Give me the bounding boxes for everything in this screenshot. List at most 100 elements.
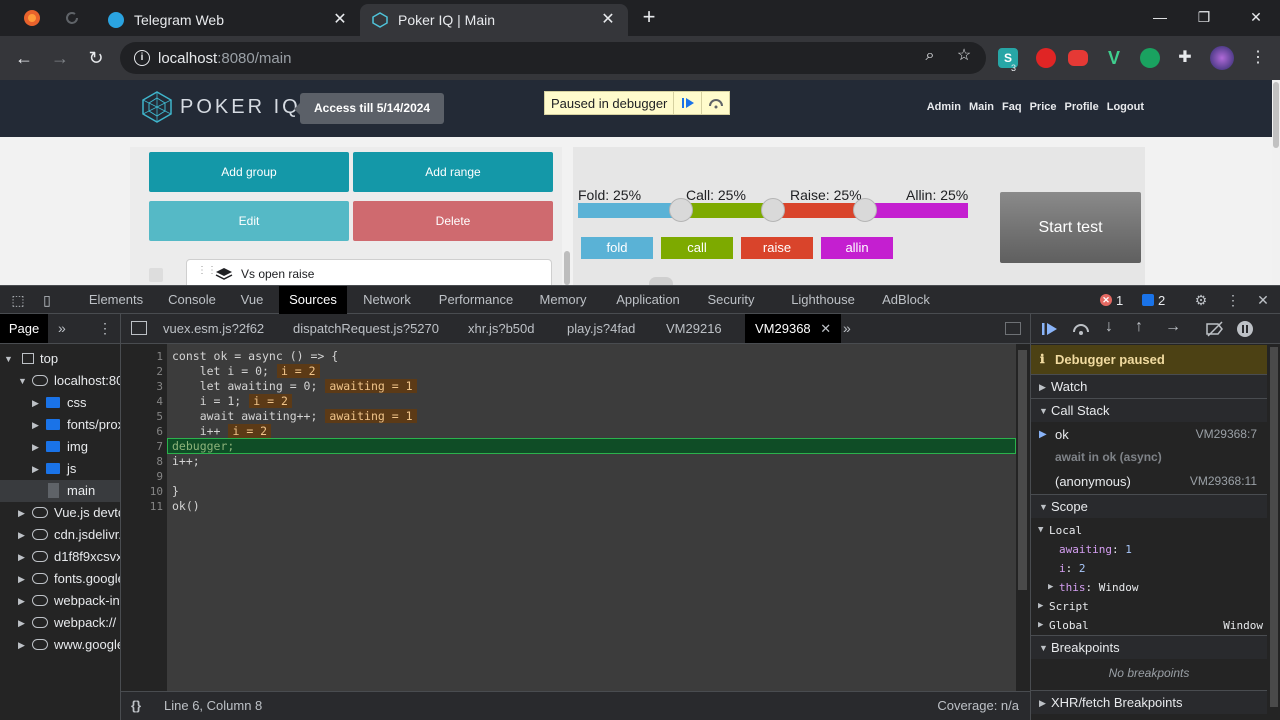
resume-icon[interactable] [1041,321,1059,342]
line-number[interactable]: 11 [121,499,163,514]
line-number[interactable]: 4 [121,394,163,409]
tab-vue[interactable]: Vue [232,286,272,314]
step-over-icon[interactable] [1071,321,1091,342]
firefox-icon[interactable] [18,6,46,30]
inspect-element-icon[interactable]: ⬚ [9,291,27,309]
call-frame-ok[interactable]: ▶ ok VM29368:7 [1031,423,1267,446]
tab-console[interactable]: Console [158,286,226,314]
close-tab-icon[interactable]: ✕ [332,12,348,28]
step-out-icon[interactable]: ↑ [1135,318,1143,336]
line-gutter[interactable]: 1 2 3 4 5 6 7 8 9 10 11 [121,344,167,691]
vpn-extension-icon[interactable] [1140,48,1160,68]
avatar[interactable] [1210,46,1234,70]
group-item[interactable]: ⋮⋮ Vs open raise [186,259,552,285]
address-bar[interactable]: i localhost:8080/main [120,42,986,74]
toggle-debugger-icon[interactable] [1005,322,1021,335]
call-raise-slider-handle[interactable] [761,198,785,222]
frame-location[interactable]: VM29368:7 [1196,423,1257,446]
tab-lighthouse[interactable]: Lighthouse [782,286,864,314]
scope-var-awaiting[interactable]: awaiting: 1 [1031,540,1267,559]
close-devtools-icon[interactable]: ✕ [1254,291,1272,309]
code-editor[interactable]: 1 2 3 4 5 6 7 8 9 10 11 const ok = async… [121,344,1016,691]
tree-item-js[interactable]: ▶ js [0,458,120,480]
message-count[interactable]: 2 [1142,292,1165,308]
line-number[interactable]: 2 [121,364,163,379]
tree-item-main[interactable]: main [0,480,120,502]
tree-item-cdn[interactable]: ▶ cdn.jsdelivr.net [0,524,120,546]
line-number[interactable]: 3 [121,379,163,394]
xhr-breakpoints-section[interactable]: ▶ XHR/fetch Breakpoints [1031,690,1267,714]
add-group-button[interactable]: Add group [149,152,349,192]
forward-icon[interactable]: → [48,46,72,70]
fold-button[interactable]: fold [581,237,653,259]
close-file-tab-icon[interactable]: ✕ [820,321,831,336]
file-tab-vm29216[interactable]: VM29216 [666,314,722,343]
fold-call-slider-handle[interactable] [669,198,693,222]
zoom-icon[interactable]: ⌕ [918,44,942,68]
step-over-icon[interactable] [701,92,729,114]
line-number[interactable]: 10 [121,484,163,499]
debugger-scrollbar[interactable] [1267,345,1280,720]
scope-script[interactable]: ▶ Script [1031,597,1267,616]
adblock-extension-icon[interactable] [1036,48,1056,68]
groups-scrollbar[interactable] [562,147,572,285]
reload-icon[interactable]: ↻ [84,46,108,70]
tree-item-fonts-google[interactable]: ▶ fonts.googleapis [0,568,120,590]
devtools-menu-icon[interactable]: ⋮ [1224,291,1242,309]
raise-button[interactable]: raise [741,237,813,259]
restore-icon[interactable]: ❐ [1184,6,1224,28]
bookmark-star-icon[interactable]: ☆ [952,44,976,68]
youtube-extension-icon[interactable] [1068,50,1088,66]
scope-var-i[interactable]: i: 2 [1031,559,1267,578]
call-frame-anonymous[interactable]: (anonymous) VM29368:11 [1031,470,1267,493]
tab-telegram[interactable]: Telegram Web ✕ [96,4,360,36]
line-number[interactable]: 6 [121,424,163,439]
device-toolbar-icon[interactable]: ▯ [38,291,56,309]
vue-extension-icon[interactable]: V [1104,48,1124,68]
tree-item-img[interactable]: ▶ img [0,436,120,458]
file-tab-xhr[interactable]: xhr.js?b50d [468,314,535,343]
pause-on-exceptions-icon[interactable] [1237,321,1253,337]
toggle-navigator-icon[interactable] [131,321,147,335]
scope-global[interactable]: ▶ Global Window [1031,616,1267,635]
tree-item-localhost[interactable]: ▼ localhost:8080 [0,370,120,392]
back-icon[interactable]: ← [12,46,36,70]
tree-item-top[interactable]: ▼ top [0,348,120,370]
tab-elements[interactable]: Elements [80,286,152,314]
line-number[interactable]: 5 [121,409,163,424]
line-number[interactable]: 8 [121,454,163,469]
deactivate-breakpoints-icon[interactable] [1205,321,1225,342]
start-test-button[interactable]: Start test [1000,192,1141,263]
file-tab-vuex[interactable]: vuex.esm.js?2f62 [163,314,264,343]
line-number[interactable]: 1 [121,349,163,364]
scope-var-this[interactable]: ▶ this: Window [1031,578,1267,597]
watch-section[interactable]: ▶ Watch [1031,374,1267,398]
add-range-button[interactable]: Add range [353,152,553,192]
file-tab-dispatchrequest[interactable]: dispatchRequest.js?5270 [293,314,439,343]
more-tabs-icon[interactable]: » [58,314,66,343]
scope-section[interactable]: ▼ Scope [1031,494,1267,518]
tree-item-webpack-internal[interactable]: ▶ webpack-internal [0,590,120,612]
drag-handle-icon[interactable]: ⋮⋮ [197,266,217,281]
tab-security[interactable]: Security [698,286,764,314]
more-file-tabs-icon[interactable]: » [843,314,851,343]
tab-pokeriq[interactable]: Poker IQ | Main ✕ [360,4,628,36]
call-stack-section[interactable]: ▼ Call Stack [1031,398,1267,422]
navigator-menu-icon[interactable]: ⋮ [98,314,112,343]
group-checkbox[interactable] [149,268,163,282]
allin-button[interactable]: allin [821,237,893,259]
toggle-switch[interactable] [649,277,673,285]
file-tab-vm29368[interactable]: VM29368 ✕ [745,314,842,343]
tree-item-cloudfront[interactable]: ▶ d1f8f9xcsvxdk [0,546,120,568]
line-number[interactable]: 9 [121,469,163,484]
tree-item-vue-devtools[interactable]: ▶ Vue.js devtools [0,502,120,524]
step-into-icon[interactable]: ↓ [1105,318,1113,336]
browser-menu-icon[interactable]: ⋮ [1248,48,1268,68]
tab-page[interactable]: Page [0,314,48,343]
nav-price[interactable]: Price [1030,101,1057,113]
tree-item-fonts[interactable]: ▶ fonts/proxima [0,414,120,436]
nav-faq[interactable]: Faq [1002,101,1022,113]
tab-network[interactable]: Network [354,286,420,314]
nav-admin[interactable]: Admin [927,101,961,113]
breakpoints-section[interactable]: ▼ Breakpoints [1031,635,1267,659]
